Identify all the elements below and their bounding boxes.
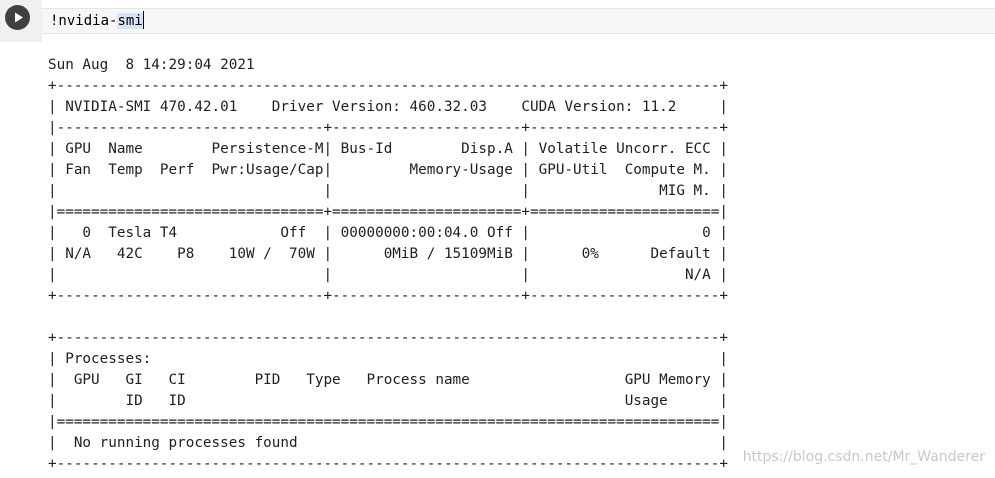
watermark: https://blog.csdn.net/Mr_Wanderer	[742, 449, 985, 465]
output-line: Sun Aug 8 14:29:04 2021	[48, 57, 255, 73]
run-cell-button[interactable]	[5, 5, 30, 30]
play-icon	[15, 12, 23, 23]
output-line: +---------------------------------------…	[48, 330, 728, 346]
cell-gutter	[0, 0, 42, 42]
output-line: | GPU Name Persistence-M| Bus-Id Disp.A …	[48, 141, 728, 157]
output-line: | | | MIG M. |	[48, 183, 728, 199]
code-text-selection: smi	[117, 13, 143, 29]
output-line: | ID ID Usage |	[48, 393, 728, 409]
code-cell: !nvidia-smi	[0, 0, 995, 42]
output-line: | No running processes found |	[48, 435, 728, 451]
output-line: |-------------------------------+-------…	[48, 120, 728, 136]
output-line: | N/A 42C P8 10W / 70W | 0MiB / 15109MiB…	[48, 246, 728, 262]
code-editor[interactable]: !nvidia-smi	[42, 8, 995, 34]
output-line: | | | N/A |	[48, 267, 728, 283]
output-line: |=======================================…	[48, 414, 728, 430]
output-line: +-------------------------------+-------…	[48, 288, 728, 304]
output-line: +---------------------------------------…	[48, 78, 728, 94]
output-line: | NVIDIA-SMI 470.42.01 Driver Version: 4…	[48, 99, 728, 115]
output-line: | Fan Temp Perf Pwr:Usage/Cap| Memory-Us…	[48, 162, 728, 178]
cell-output: Sun Aug 8 14:29:04 2021 +---------------…	[48, 55, 728, 475]
output-line: +---------------------------------------…	[48, 456, 728, 472]
code-line[interactable]: !nvidia-smi	[50, 11, 144, 31]
output-line: | Processes: |	[48, 351, 728, 367]
output-line: | GPU GI CI PID Type Process name GPU Me…	[48, 372, 728, 388]
output-line: |===============================+=======…	[48, 204, 728, 220]
code-text-prefix: !nvidia-	[50, 13, 118, 29]
text-cursor	[142, 11, 144, 29]
output-line: | 0 Tesla T4 Off | 00000000:00:04.0 Off …	[48, 225, 728, 241]
